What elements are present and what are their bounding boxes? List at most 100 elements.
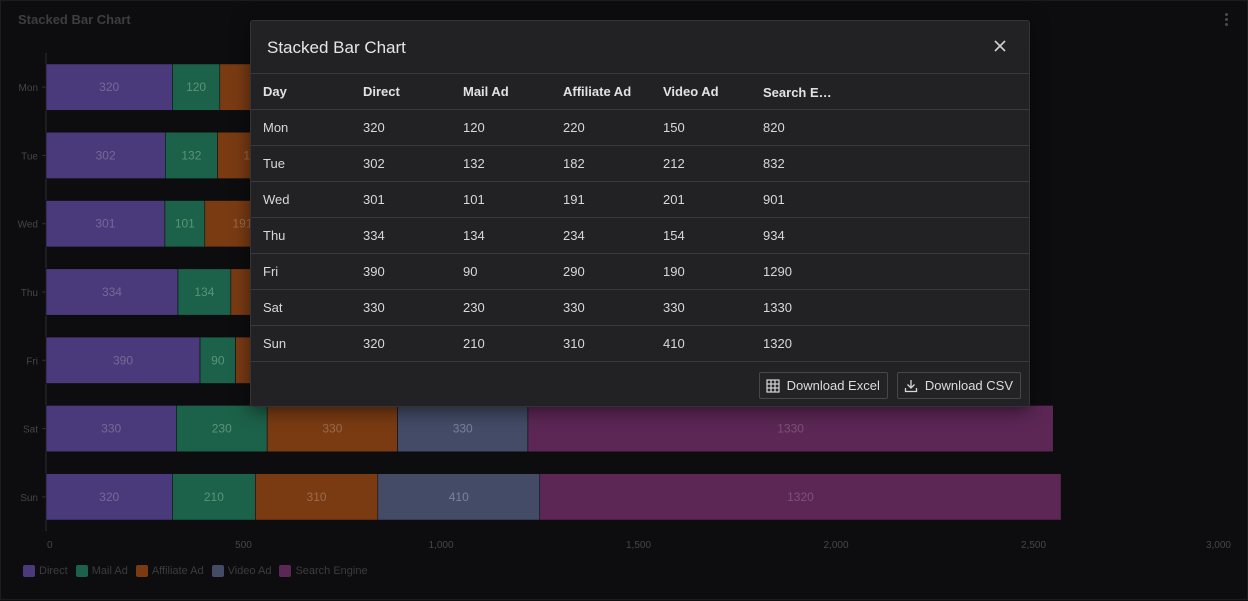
table-cell: Tue <box>251 145 351 182</box>
y-tick-label: Wed <box>18 220 38 231</box>
table-cell: 330 <box>651 289 751 326</box>
table-cell: 330 <box>351 289 451 326</box>
x-tick-label: 1,500 <box>626 540 651 551</box>
y-tick-label: Mon <box>19 83 38 94</box>
legend-label: Affiliate Ad <box>151 565 204 577</box>
table-row: Sun 320 210 310 410 1320 <box>251 325 1029 362</box>
table-cell: Thu <box>251 217 351 254</box>
download-csv-button[interactable]: Download CSV <box>896 372 1021 399</box>
table-cell: 302 <box>351 145 451 182</box>
bar-data-label: 330 <box>101 422 121 436</box>
table-cell: 320 <box>351 325 451 362</box>
download-excel-label: Download Excel <box>786 378 880 393</box>
table-cell: 90 <box>451 253 551 290</box>
legend-item[interactable]: Search Engine <box>279 565 368 577</box>
bar-data-label: 320 <box>99 80 119 94</box>
legend-label: Search Engine <box>295 565 368 577</box>
legend-label: Video Ad <box>227 565 272 577</box>
bar-data-label: 310 <box>307 490 327 504</box>
y-tick-label: Tue <box>21 151 38 162</box>
x-tick-label: 2,000 <box>823 540 848 551</box>
bar-data-label: 330 <box>453 422 473 436</box>
table-cell: 210 <box>451 325 551 362</box>
legend-swatch <box>211 565 224 577</box>
table-row: Mon 320 120 220 150 820 <box>251 109 1029 146</box>
table-cell: 182 <box>551 145 651 182</box>
bar-data-label: 410 <box>449 490 469 504</box>
data-table-modal: Stacked Bar Chart Day Direct Mail Ad Aff… <box>250 20 1030 407</box>
table-cell: 901 <box>751 181 1029 218</box>
table-cell: Wed <box>251 181 351 218</box>
bar-data-label: 210 <box>204 490 224 504</box>
table-cell: 1290 <box>751 253 1029 290</box>
bar-data-label: 120 <box>186 80 206 94</box>
table-row: Thu 334 134 234 154 934 <box>251 217 1029 254</box>
table-cell: 330 <box>551 289 651 326</box>
bar-data-label: 132 <box>181 148 201 162</box>
table-cell: 134 <box>451 217 551 254</box>
bar-data-label: 90 <box>211 353 225 367</box>
legend-swatch <box>135 565 148 577</box>
bar-data-label: 230 <box>212 422 232 436</box>
legend-swatch <box>75 565 88 577</box>
table-cell: 132 <box>451 145 551 182</box>
table-header-row: Day Direct Mail Ad Affiliate Ad Video Ad… <box>251 74 1029 110</box>
table-cell: 154 <box>651 217 751 254</box>
x-tick-label: 3,000 <box>1206 540 1231 551</box>
x-tick-label: 2,500 <box>1021 540 1046 551</box>
column-header[interactable]: Affiliate Ad <box>551 74 651 110</box>
y-tick-label: Sun <box>20 493 38 504</box>
table-row: Sat 330 230 330 330 1330 <box>251 289 1029 326</box>
table-cell: 234 <box>551 217 651 254</box>
table-row: Fri 390 90 290 190 1290 <box>251 253 1029 290</box>
table-cell: 101 <box>451 181 551 218</box>
table-cell: 150 <box>651 109 751 146</box>
bar-data-label: 390 <box>113 353 133 367</box>
chart-legend: Direct Mail Ad Affiliate Ad Video Ad Search … <box>23 565 368 577</box>
download-excel-button[interactable]: Download Excel <box>758 372 888 399</box>
y-tick-label: Fri <box>26 356 38 367</box>
x-tick-label: 0 <box>47 540 53 551</box>
column-header[interactable]: Mail Ad <box>451 74 551 110</box>
download-csv-label: Download CSV <box>924 378 1013 393</box>
table-row: Tue 302 132 182 212 832 <box>251 145 1029 182</box>
table-grid-icon <box>766 378 780 393</box>
column-header[interactable]: Search En... <box>751 74 1029 110</box>
legend-item[interactable]: Direct <box>23 565 68 577</box>
table-cell: 310 <box>551 325 651 362</box>
bar-data-label: 1330 <box>777 422 804 436</box>
legend-swatch <box>279 565 292 577</box>
legend-item[interactable]: Video Ad <box>211 565 272 577</box>
column-header[interactable]: Video Ad <box>651 74 751 110</box>
legend-label: Mail Ad <box>91 565 128 577</box>
bar-data-label: 101 <box>175 217 195 231</box>
y-tick-label: Thu <box>21 288 38 299</box>
download-icon <box>904 379 917 392</box>
bar-data-label: 302 <box>96 148 116 162</box>
bar-data-label: 301 <box>95 217 115 231</box>
table-cell: 832 <box>751 145 1029 182</box>
table-cell: 820 <box>751 109 1029 146</box>
table-cell: 320 <box>351 109 451 146</box>
close-icon[interactable] <box>991 37 1009 55</box>
table-cell: 410 <box>651 325 751 362</box>
modal-footer: Download Excel Download CSV <box>758 372 1021 399</box>
table-cell: 290 <box>551 253 651 290</box>
x-tick-label: 500 <box>235 540 252 551</box>
legend-item[interactable]: Affiliate Ad <box>135 565 204 577</box>
legend-item[interactable]: Mail Ad <box>75 565 128 577</box>
table-cell: 390 <box>351 253 451 290</box>
column-header[interactable]: Day <box>251 74 351 110</box>
column-header[interactable]: Direct <box>351 74 451 110</box>
y-tick-label: Sat <box>23 425 38 436</box>
table-cell: 212 <box>651 145 751 182</box>
legend-label: Direct <box>39 565 68 577</box>
modal-header: Stacked Bar Chart <box>251 21 1029 74</box>
bar-data-label: 1320 <box>787 490 814 504</box>
table-cell: Fri <box>251 253 351 290</box>
modal-title: Stacked Bar Chart <box>267 38 406 57</box>
table-row: Wed 301 101 191 201 901 <box>251 181 1029 218</box>
bar-data-label: 134 <box>194 285 214 299</box>
table-cell: 190 <box>651 253 751 290</box>
x-tick-label: 1,000 <box>428 540 453 551</box>
